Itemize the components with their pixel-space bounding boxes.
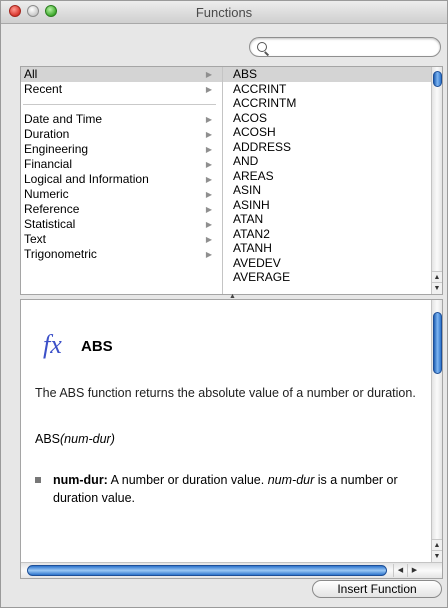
chevron-right-icon: ▶	[205, 160, 212, 169]
category-label: Text	[24, 232, 47, 246]
function-list: ABS ACCRINT ACCRINTM ACOS ACOSH ADDRESS …	[223, 67, 431, 294]
function-heading: ABS	[81, 338, 113, 355]
category-label: Numeric	[24, 187, 69, 201]
search-input[interactable]	[272, 40, 432, 54]
category-label: Engineering	[24, 142, 89, 156]
chevron-right-icon: ▶	[205, 220, 212, 229]
function-item[interactable]: ADDRESS	[223, 140, 431, 155]
scroll-left-icon[interactable]: ◀	[393, 564, 407, 577]
scroll-right-icon[interactable]: ▶	[407, 564, 421, 577]
category-item-duration[interactable]: Duration ▶	[21, 127, 222, 142]
function-item[interactable]: ACCRINTM	[223, 96, 431, 111]
fx-icon: fx	[43, 330, 62, 359]
function-item[interactable]: ASIN	[223, 183, 431, 198]
category-label: Statistical	[24, 217, 76, 231]
chevron-right-icon: ▶	[205, 130, 212, 139]
function-item[interactable]: ATANH	[223, 241, 431, 256]
chevron-right-icon: ▶	[205, 115, 212, 124]
category-item-recent[interactable]: Recent ▶	[21, 82, 222, 97]
description-vertical-scrollbar[interactable]: ▲ ▼	[431, 300, 442, 562]
category-item-financial[interactable]: Financial ▶	[21, 157, 222, 172]
category-label: Duration	[24, 127, 70, 141]
function-description-pane: fx ABS The ABS function returns the abso…	[20, 299, 443, 579]
function-item[interactable]: ACOSH	[223, 125, 431, 140]
category-item-numeric[interactable]: Numeric ▶	[21, 187, 222, 202]
window-title: Functions	[195, 5, 253, 20]
function-description: The ABS function returns the absolute va…	[35, 386, 416, 400]
chevron-right-icon: ▶	[205, 250, 212, 259]
scroll-down-icon[interactable]: ▼	[432, 282, 442, 294]
argument-name: num-dur:	[53, 473, 108, 487]
argument-desc-italic: num-dur	[267, 473, 315, 487]
search-field[interactable]	[249, 37, 441, 57]
syntax-name: ABS	[35, 432, 61, 446]
chevron-right-icon: ▶	[205, 145, 212, 154]
category-list: All ▶ Recent ▶ Date and Time ▶ Duration ▶ En…	[21, 67, 223, 294]
function-item[interactable]: AREAS	[223, 169, 431, 184]
insert-function-button[interactable]: Insert Function	[312, 580, 442, 598]
argument-desc-prefix: A number or duration value.	[110, 473, 265, 487]
scroll-down-icon[interactable]: ▼	[432, 550, 442, 562]
chevron-right-icon: ▶	[205, 190, 212, 199]
category-separator	[23, 104, 216, 105]
argument-text: num-dur: A number or duration value. num…	[53, 471, 427, 507]
scrollbar-thumb[interactable]	[433, 71, 442, 87]
titlebar: Functions	[1, 1, 447, 24]
chevron-right-icon: ▶	[205, 70, 212, 79]
chevron-right-icon: ▶	[205, 235, 212, 244]
scrollbar-thumb[interactable]	[433, 312, 442, 374]
search-icon	[257, 42, 267, 52]
function-item[interactable]: AND	[223, 154, 431, 169]
category-item-date-and-time[interactable]: Date and Time ▶	[21, 112, 222, 127]
category-label: Date and Time	[24, 112, 103, 126]
function-syntax: ABS(num-dur)	[35, 432, 115, 446]
category-item-all[interactable]: All ▶	[21, 67, 222, 82]
description-content: fx ABS The ABS function returns the abso…	[21, 300, 429, 562]
category-label: Logical and Information	[24, 172, 149, 186]
category-item-engineering[interactable]: Engineering ▶	[21, 142, 222, 157]
category-label: Financial	[24, 157, 73, 171]
function-item[interactable]: ABS	[223, 67, 431, 82]
category-label: All	[24, 67, 38, 81]
chevron-right-icon: ▶	[205, 205, 212, 214]
function-item[interactable]: ACCRINT	[223, 82, 431, 97]
function-list-scrollbar[interactable]: ▲ ▼	[431, 67, 442, 294]
function-item[interactable]: AVEDEV	[223, 256, 431, 271]
syntax-args: (num-dur)	[60, 432, 115, 446]
function-browser: All ▶ Recent ▶ Date and Time ▶ Duration ▶ En…	[20, 66, 443, 295]
function-item[interactable]: ACOS	[223, 111, 431, 126]
function-item[interactable]: ATAN2	[223, 227, 431, 242]
functions-window: Functions All ▶ Recent ▶ Date and Time ▶ Du…	[0, 0, 448, 608]
chevron-right-icon: ▶	[205, 175, 212, 184]
category-item-trigonometric[interactable]: Trigonometric ▶	[21, 247, 222, 262]
function-item[interactable]: ASINH	[223, 198, 431, 213]
scrollbar-thumb[interactable]	[27, 565, 387, 576]
function-item[interactable]: AVERAGE	[223, 270, 431, 285]
argument-item: num-dur: A number or duration value. num…	[35, 471, 427, 507]
category-item-reference[interactable]: Reference ▶	[21, 202, 222, 217]
category-label: Trigonometric	[24, 247, 97, 261]
category-item-text[interactable]: Text ▶	[21, 232, 222, 247]
category-item-logical-and-information[interactable]: Logical and Information ▶	[21, 172, 222, 187]
category-label: Recent	[24, 82, 63, 96]
category-label: Reference	[24, 202, 80, 216]
category-item-statistical[interactable]: Statistical ▶	[21, 217, 222, 232]
bullet-icon	[35, 477, 41, 483]
function-item[interactable]: ATAN	[223, 212, 431, 227]
description-horizontal-scrollbar[interactable]: ◀ ▶	[21, 562, 442, 578]
chevron-right-icon: ▶	[205, 85, 212, 94]
